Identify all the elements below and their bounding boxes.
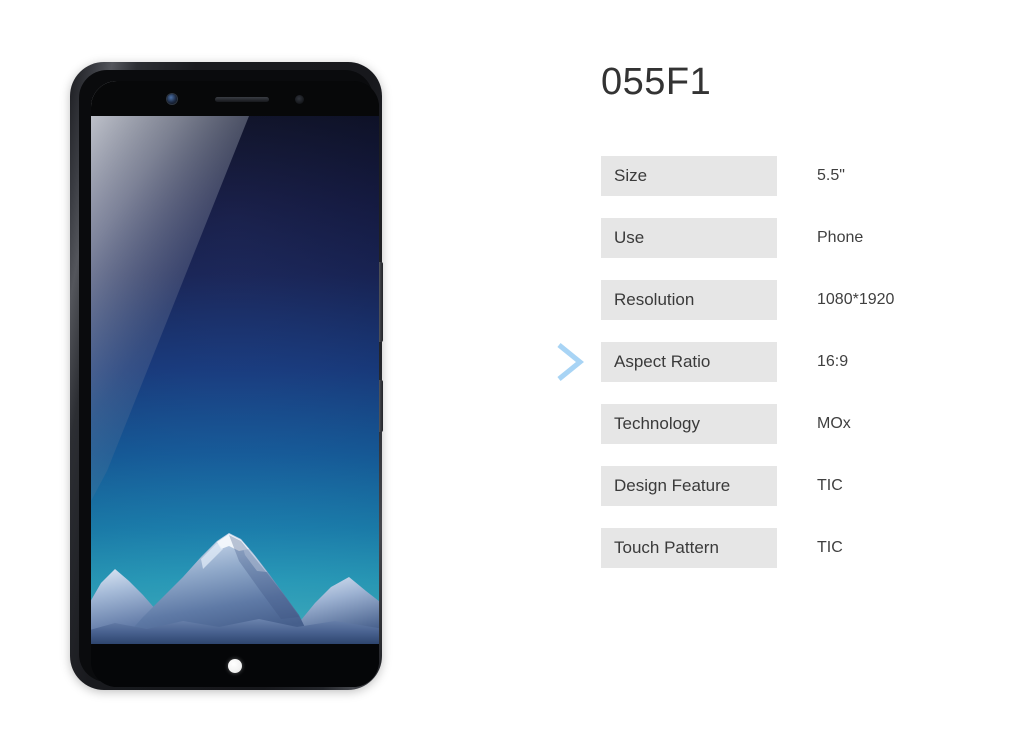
product-detail-page: 055F1 Size 5.5" Use Phone Resolution 108… <box>0 0 1019 736</box>
table-row[interactable]: Technology MOx <box>601 403 981 444</box>
wallpaper-mountains <box>91 533 379 644</box>
front-camera-icon <box>167 94 177 104</box>
spec-label: Resolution <box>601 279 777 320</box>
chevron-right-icon <box>557 342 584 381</box>
phone-product-image <box>66 58 386 692</box>
spec-label: Design Feature <box>601 465 777 506</box>
phone-screen-glass <box>91 81 379 687</box>
table-row[interactable]: Size 5.5" <box>601 155 981 196</box>
table-row[interactable]: Touch Pattern TIC <box>601 527 981 568</box>
spec-value: TIC <box>817 538 843 556</box>
spec-value: 5.5" <box>817 166 845 184</box>
spec-label: Use <box>601 217 777 258</box>
phone-bezel <box>79 70 379 687</box>
table-row[interactable]: Use Phone <box>601 217 981 258</box>
spec-value: 1080*1920 <box>817 290 895 308</box>
phone-display <box>91 116 379 644</box>
earpiece-speaker-icon <box>215 97 269 102</box>
spec-value: TIC <box>817 476 843 494</box>
proximity-sensor-icon <box>295 95 304 104</box>
spec-label: Aspect Ratio <box>601 341 777 382</box>
phone-frame <box>70 62 383 690</box>
table-row[interactable]: Aspect Ratio 16:9 <box>557 341 981 382</box>
spec-label: Touch Pattern <box>601 527 777 568</box>
spec-value: MOx <box>817 414 851 432</box>
spec-label: Size <box>601 155 777 196</box>
spec-value: 16:9 <box>817 352 849 370</box>
table-row[interactable]: Design Feature TIC <box>601 465 981 506</box>
spec-label: Technology <box>601 403 777 444</box>
phone-forehead <box>91 81 379 116</box>
home-button-indicator[interactable] <box>228 659 242 673</box>
spec-value: Phone <box>817 228 864 246</box>
phone-chin <box>91 644 379 687</box>
product-spec-panel: 055F1 Size 5.5" Use Phone Resolution 108… <box>557 61 981 568</box>
table-row[interactable]: Resolution 1080*1920 <box>601 279 981 320</box>
page-title: 055F1 <box>601 61 712 103</box>
spec-table: Size 5.5" Use Phone Resolution 1080*1920… <box>557 155 981 568</box>
